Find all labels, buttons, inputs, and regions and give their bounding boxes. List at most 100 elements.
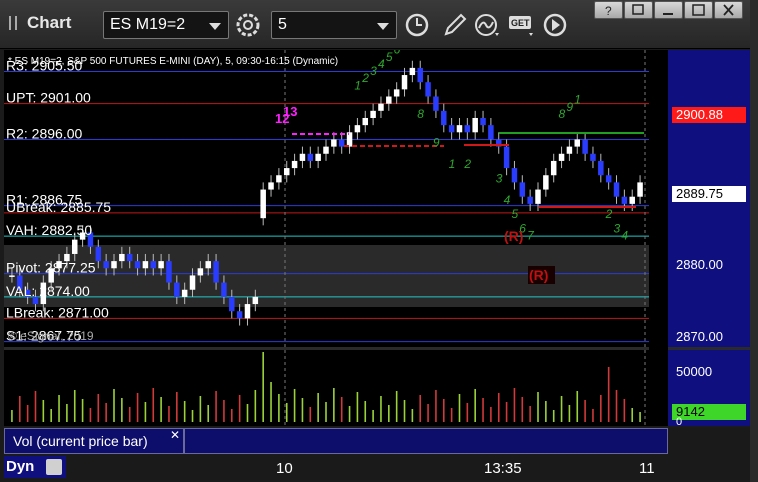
price-axis[interactable]: 2900.88 2889.75 2880.00 2870.00 (668, 50, 750, 347)
volume-bar (50, 409, 52, 422)
drag-grip-icon[interactable] (9, 16, 17, 30)
candle (582, 139, 588, 154)
level-label: R2: 2896.00 (6, 125, 82, 141)
candle (158, 261, 164, 269)
volume-bar (18, 396, 21, 422)
volume-bar (497, 393, 500, 422)
time-tick: 10 (276, 460, 293, 477)
candle (488, 125, 494, 140)
volume-bar (474, 389, 476, 422)
volume-bar (442, 399, 445, 422)
volume-bar (545, 401, 547, 422)
volume-panel[interactable] (4, 350, 649, 426)
td-count: 2 (605, 207, 613, 221)
volume-chart-svg[interactable] (4, 350, 649, 426)
help-button[interactable]: ? (594, 1, 623, 19)
candle (448, 125, 455, 133)
volume-axis[interactable]: 50000 9142 0 (668, 350, 750, 428)
close-icon[interactable]: ✕ (170, 428, 180, 442)
volume-bar (333, 388, 335, 422)
pencil-draw-icon[interactable] (440, 11, 470, 39)
volume-bar (505, 402, 508, 422)
volume-bar (11, 410, 13, 422)
chevron-down-icon[interactable] (377, 23, 389, 30)
dynamic-mode-box[interactable]: Dyn (4, 456, 66, 478)
volume-bar (631, 408, 634, 422)
volume-legend[interactable]: Vol (current price bar) (4, 428, 184, 454)
volume-bar (529, 406, 531, 422)
svg-text:?: ? (605, 4, 612, 18)
volume-bar (278, 394, 280, 422)
price-tick: 2870.00 (676, 329, 723, 344)
close-button[interactable] (714, 1, 743, 19)
volume-bar (584, 400, 586, 422)
candle (189, 275, 196, 290)
volume-bar (427, 404, 429, 422)
minimize-button[interactable] (654, 1, 683, 19)
volume-bar (34, 391, 37, 422)
volume-bar (607, 367, 610, 422)
td-count: 9 (433, 136, 440, 150)
candle (95, 246, 102, 262)
candle (574, 139, 581, 147)
symbol-input[interactable]: ES M19=2 (103, 11, 229, 39)
reversal-marker-2: (R) (529, 267, 548, 283)
candle (134, 261, 141, 269)
candle (236, 311, 243, 319)
candle (299, 153, 306, 161)
volume-bar (89, 408, 92, 422)
volume-bar (215, 391, 217, 422)
last-price-tag: 2889.75 (672, 186, 746, 202)
candle (590, 153, 596, 161)
candle (480, 117, 486, 126)
volume-bar (199, 396, 202, 422)
candle (260, 189, 266, 219)
td-count: 8 (417, 107, 424, 121)
price-chart-panel[interactable]: 1234567891234567891234 12 13 (R) (R) R3:… (4, 50, 649, 347)
app-title: Chart (27, 13, 72, 32)
maximize-button[interactable] (684, 1, 713, 19)
candle (150, 261, 157, 269)
clock-icon[interactable] (402, 11, 432, 39)
restore-button[interactable] (624, 1, 653, 19)
candle (550, 160, 557, 176)
study-wave-icon[interactable] (473, 11, 503, 39)
volume-bar (537, 392, 539, 422)
volume-bar (317, 393, 319, 422)
volume-bar (340, 397, 343, 422)
candle (393, 89, 400, 97)
volume-bar (207, 405, 210, 422)
volume-bar (466, 403, 469, 422)
chevron-down-icon[interactable] (209, 23, 221, 30)
td-count: 8 (559, 107, 566, 121)
volume-bar (168, 406, 170, 422)
td-count: 6 (394, 50, 401, 57)
reversal-marker: (R) (504, 228, 523, 244)
volume-bar (144, 402, 147, 422)
volume-bar (395, 391, 398, 422)
volume-tick: 50000 (676, 364, 713, 379)
volume-bar (73, 390, 76, 422)
volume-bar (97, 394, 100, 422)
time-tick: 13:35 (484, 460, 522, 477)
interval-select[interactable]: 5 (271, 11, 397, 39)
candle (464, 125, 471, 133)
candle (197, 268, 204, 276)
watermark: © eSignal, 2019 (8, 329, 94, 343)
td-count: 5 (511, 207, 518, 221)
volume-bar (176, 392, 178, 422)
price-chart-svg[interactable]: 1234567891234567891234 12 13 (R) (R) R3:… (4, 50, 649, 347)
candle (433, 96, 439, 111)
volume-bar (183, 401, 186, 422)
volume-bar (348, 406, 351, 422)
dyn-label: Dyn (6, 458, 35, 475)
volume-bar (615, 390, 618, 422)
play-icon[interactable] (540, 11, 570, 39)
td-count: 3 (614, 221, 621, 235)
get-data-icon[interactable]: GET (507, 11, 537, 39)
volume-bar (592, 409, 594, 422)
level-label: LBreak: 2871.00 (6, 304, 109, 320)
candle (221, 282, 227, 297)
settings-gear-icon[interactable] (233, 11, 263, 39)
lock-icon[interactable] (46, 459, 62, 475)
